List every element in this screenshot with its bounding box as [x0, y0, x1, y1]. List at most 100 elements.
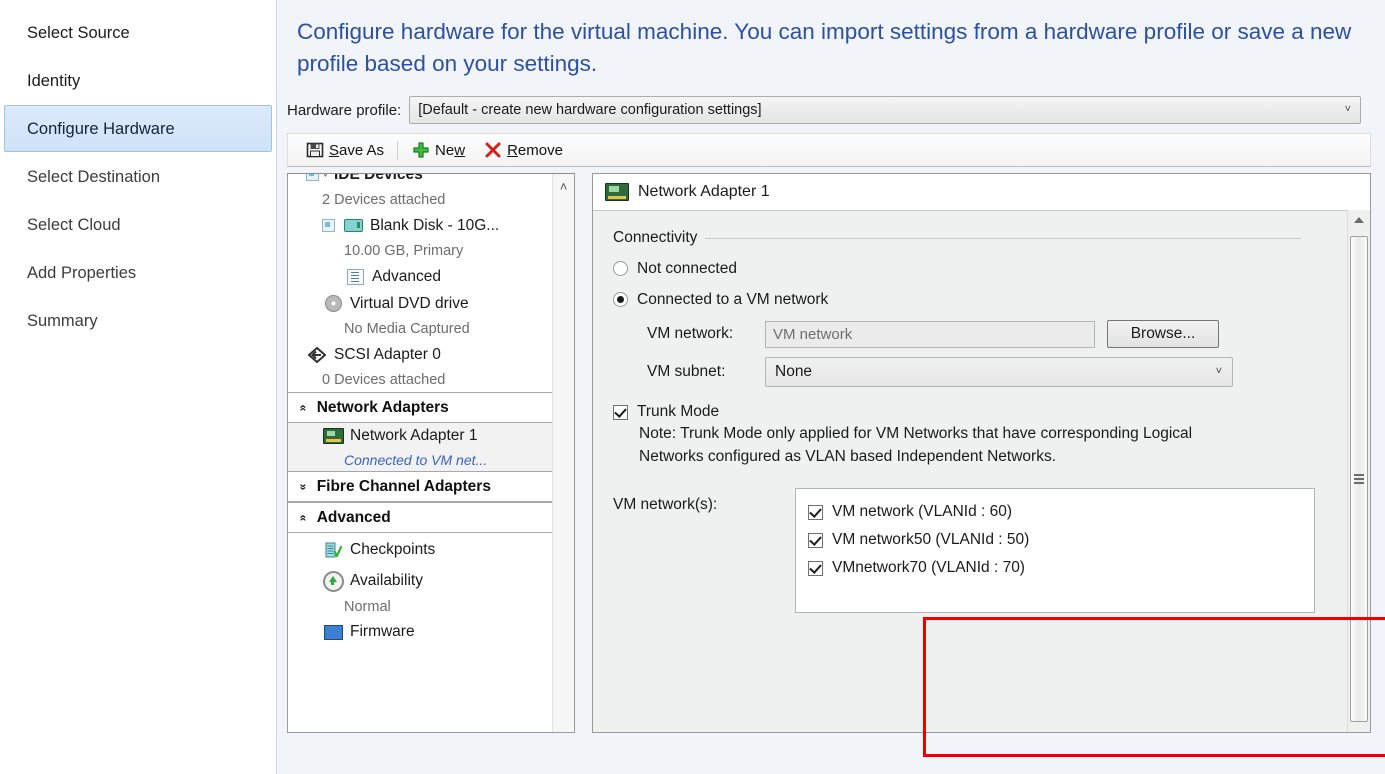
vm-network-value: VM network — [773, 326, 852, 343]
trunk-mode-label: Trunk Mode — [637, 403, 719, 421]
vm-subnet-value: None — [775, 363, 812, 381]
list-item[interactable]: VMnetwork70 (VLANId : 70) — [808, 554, 1314, 582]
hardware-profile-select[interactable]: [Default - create new hardware configura… — [409, 96, 1361, 124]
tree-item-label: IDE Devices — [334, 174, 423, 184]
remove-button[interactable]: Remove — [474, 137, 572, 163]
toolbar-separator — [397, 141, 398, 160]
checkbox-icon-checked[interactable] — [613, 405, 628, 420]
tree-item-label: SCSI Adapter 0 — [334, 346, 441, 364]
remove-x-icon — [483, 141, 502, 160]
network-adapter-icon — [322, 427, 344, 445]
sidebar-item-select-destination[interactable]: Select Destination — [4, 153, 272, 200]
tree-item-blank-disk[interactable]: Blank Disk - 10G... — [288, 212, 552, 239]
checkpoints-icon — [322, 541, 344, 559]
scrollbar-grip-icon — [1354, 472, 1364, 486]
vm-network-row: VM network: VM network Browse... — [647, 320, 1370, 348]
checkbox-icon-checked[interactable] — [808, 533, 823, 548]
save-as-button[interactable]: Save As — [296, 137, 393, 163]
vm-subnet-select[interactable]: None ˅ — [765, 357, 1233, 387]
sidebar-item-summary[interactable]: Summary — [4, 297, 272, 344]
detail-panel-scrollbar[interactable] — [1347, 210, 1370, 732]
tree-item-scsi-adapter[interactable]: SCSI Adapter 0 — [288, 341, 552, 368]
connectivity-group-legend: Connectivity — [613, 229, 1301, 247]
tree-group-network-adapters[interactable]: « Network Adapters — [288, 392, 552, 423]
disk-badge-icon — [322, 219, 335, 232]
tree-group-fibre-channel-adapters[interactable]: » Fibre Channel Adapters — [288, 471, 552, 502]
list-item[interactable]: VM network (VLANId : 60) — [808, 498, 1314, 526]
remove-accel: R — [507, 142, 518, 159]
radio-icon-checked[interactable] — [613, 292, 628, 307]
hardware-tree: ˅ IDE Devices 2 Devices attached Blank D… — [287, 173, 575, 733]
adapter-detail-header: Network Adapter 1 — [593, 174, 1370, 211]
tree-item-firmware[interactable]: Firmware — [288, 619, 552, 645]
tree-group-label: Fibre Channel Adapters — [317, 478, 491, 496]
hardware-profile-row: Hardware profile: [Default - create new … — [287, 96, 1385, 124]
tree-item-label: Virtual DVD drive — [350, 295, 469, 313]
chevron-double-up-icon: « — [297, 404, 309, 411]
checkbox-icon-checked[interactable] — [808, 561, 823, 576]
radio-connected-label: Connected to a VM network — [637, 291, 828, 309]
vm-subnet-row: VM subnet: None ˅ — [647, 357, 1370, 387]
tree-group-advanced[interactable]: « Advanced — [288, 502, 552, 533]
radio-icon-unchecked[interactable] — [613, 261, 628, 276]
tree-item-sublabel: 0 Devices attached — [322, 372, 445, 388]
hardware-tree-scrollbar[interactable]: ˄ — [552, 174, 574, 732]
trunk-mode-checkbox-row[interactable]: Trunk Mode — [613, 403, 1370, 421]
radio-not-connected[interactable]: Not connected — [613, 253, 1370, 284]
tree-item-sublabel: No Media Captured — [344, 321, 470, 337]
hardware-profile-toolbar: Save As New Remove — [287, 133, 1371, 167]
chevron-double-up-icon: « — [297, 514, 309, 521]
scroll-up-icon[interactable] — [1354, 217, 1364, 223]
tree-item-label: Blank Disk - 10G... — [370, 217, 499, 235]
scroll-up-icon[interactable]: ˄ — [560, 180, 568, 193]
tree-item-availability[interactable]: Availability — [288, 567, 552, 595]
tree-subtext-ide-devices: 2 Devices attached — [288, 188, 552, 212]
new-button[interactable]: New — [402, 137, 474, 163]
list-item[interactable]: VM network50 (VLANId : 50) — [808, 526, 1314, 554]
tree-item-label: Firmware — [350, 623, 415, 641]
sidebar-item-identity[interactable]: Identity — [4, 57, 272, 104]
chevron-down-icon[interactable]: ˅ — [319, 174, 332, 181]
vm-networks-label: VM network(s): — [613, 488, 795, 514]
tree-item-ide-devices[interactable]: ˅ IDE Devices — [288, 174, 552, 188]
tree-subtext-blank-disk: 10.00 GB, Primary — [288, 239, 552, 263]
new-accel: w — [454, 142, 465, 159]
radio-not-connected-label: Not connected — [637, 260, 737, 278]
wizard-step-nav: Select Source Identity Configure Hardwar… — [0, 0, 277, 774]
chevron-down-icon: ˅ — [1216, 367, 1222, 378]
scrollbar-thumb[interactable] — [1350, 236, 1368, 722]
new-label: Ne — [435, 142, 454, 159]
vm-network-input[interactable]: VM network — [765, 321, 1095, 348]
radio-connected-to-vm-network[interactable]: Connected to a VM network — [613, 284, 1370, 315]
configure-hardware-page: Configure hardware for the virtual machi… — [277, 0, 1385, 774]
disk-icon — [342, 217, 364, 235]
browse-label: Browse... — [1131, 325, 1196, 343]
checkbox-icon-checked[interactable] — [808, 505, 823, 520]
scsi-adapter-icon — [306, 346, 328, 364]
tree-item-checkpoints[interactable]: Checkpoints — [288, 533, 552, 567]
vm-networks-list[interactable]: VM network (VLANId : 60) VM network50 (V… — [795, 488, 1315, 613]
tree-item-advanced-disk[interactable]: Advanced — [288, 263, 552, 290]
connectivity-label: Connectivity — [613, 229, 705, 247]
availability-icon — [322, 572, 344, 590]
hardware-panels: ˅ IDE Devices 2 Devices attached Blank D… — [287, 173, 1371, 733]
tree-item-virtual-dvd[interactable]: Virtual DVD drive — [288, 290, 552, 317]
adapter-detail-title: Network Adapter 1 — [638, 183, 770, 201]
advanced-list-icon — [344, 268, 366, 286]
network-adapter-icon — [605, 183, 629, 201]
vm-network-label: VM network: — [647, 325, 765, 343]
tree-item-sublabel: Connected to VM net... — [344, 452, 487, 468]
vm-network-option-label: VM network (VLANId : 60) — [832, 503, 1012, 521]
tree-group-label: Advanced — [317, 509, 391, 527]
browse-button[interactable]: Browse... — [1107, 320, 1219, 348]
sidebar-item-configure-hardware[interactable]: Configure Hardware — [4, 105, 272, 152]
sidebar-item-add-properties[interactable]: Add Properties — [4, 249, 272, 296]
sidebar-item-select-cloud[interactable]: Select Cloud — [4, 201, 272, 248]
adapter-detail-panel: Network Adapter 1 Connectivity Not conne… — [592, 173, 1371, 733]
sidebar-item-select-source[interactable]: Select Source — [4, 9, 272, 56]
wizard-window: Select Source Identity Configure Hardwar… — [0, 0, 1385, 774]
save-as-label: ave As — [339, 142, 384, 159]
group-divider — [705, 238, 1301, 239]
tree-item-sublabel: 10.00 GB, Primary — [344, 243, 463, 259]
tree-item-network-adapter-1[interactable]: Network Adapter 1 Connected to VM net... — [288, 423, 552, 471]
